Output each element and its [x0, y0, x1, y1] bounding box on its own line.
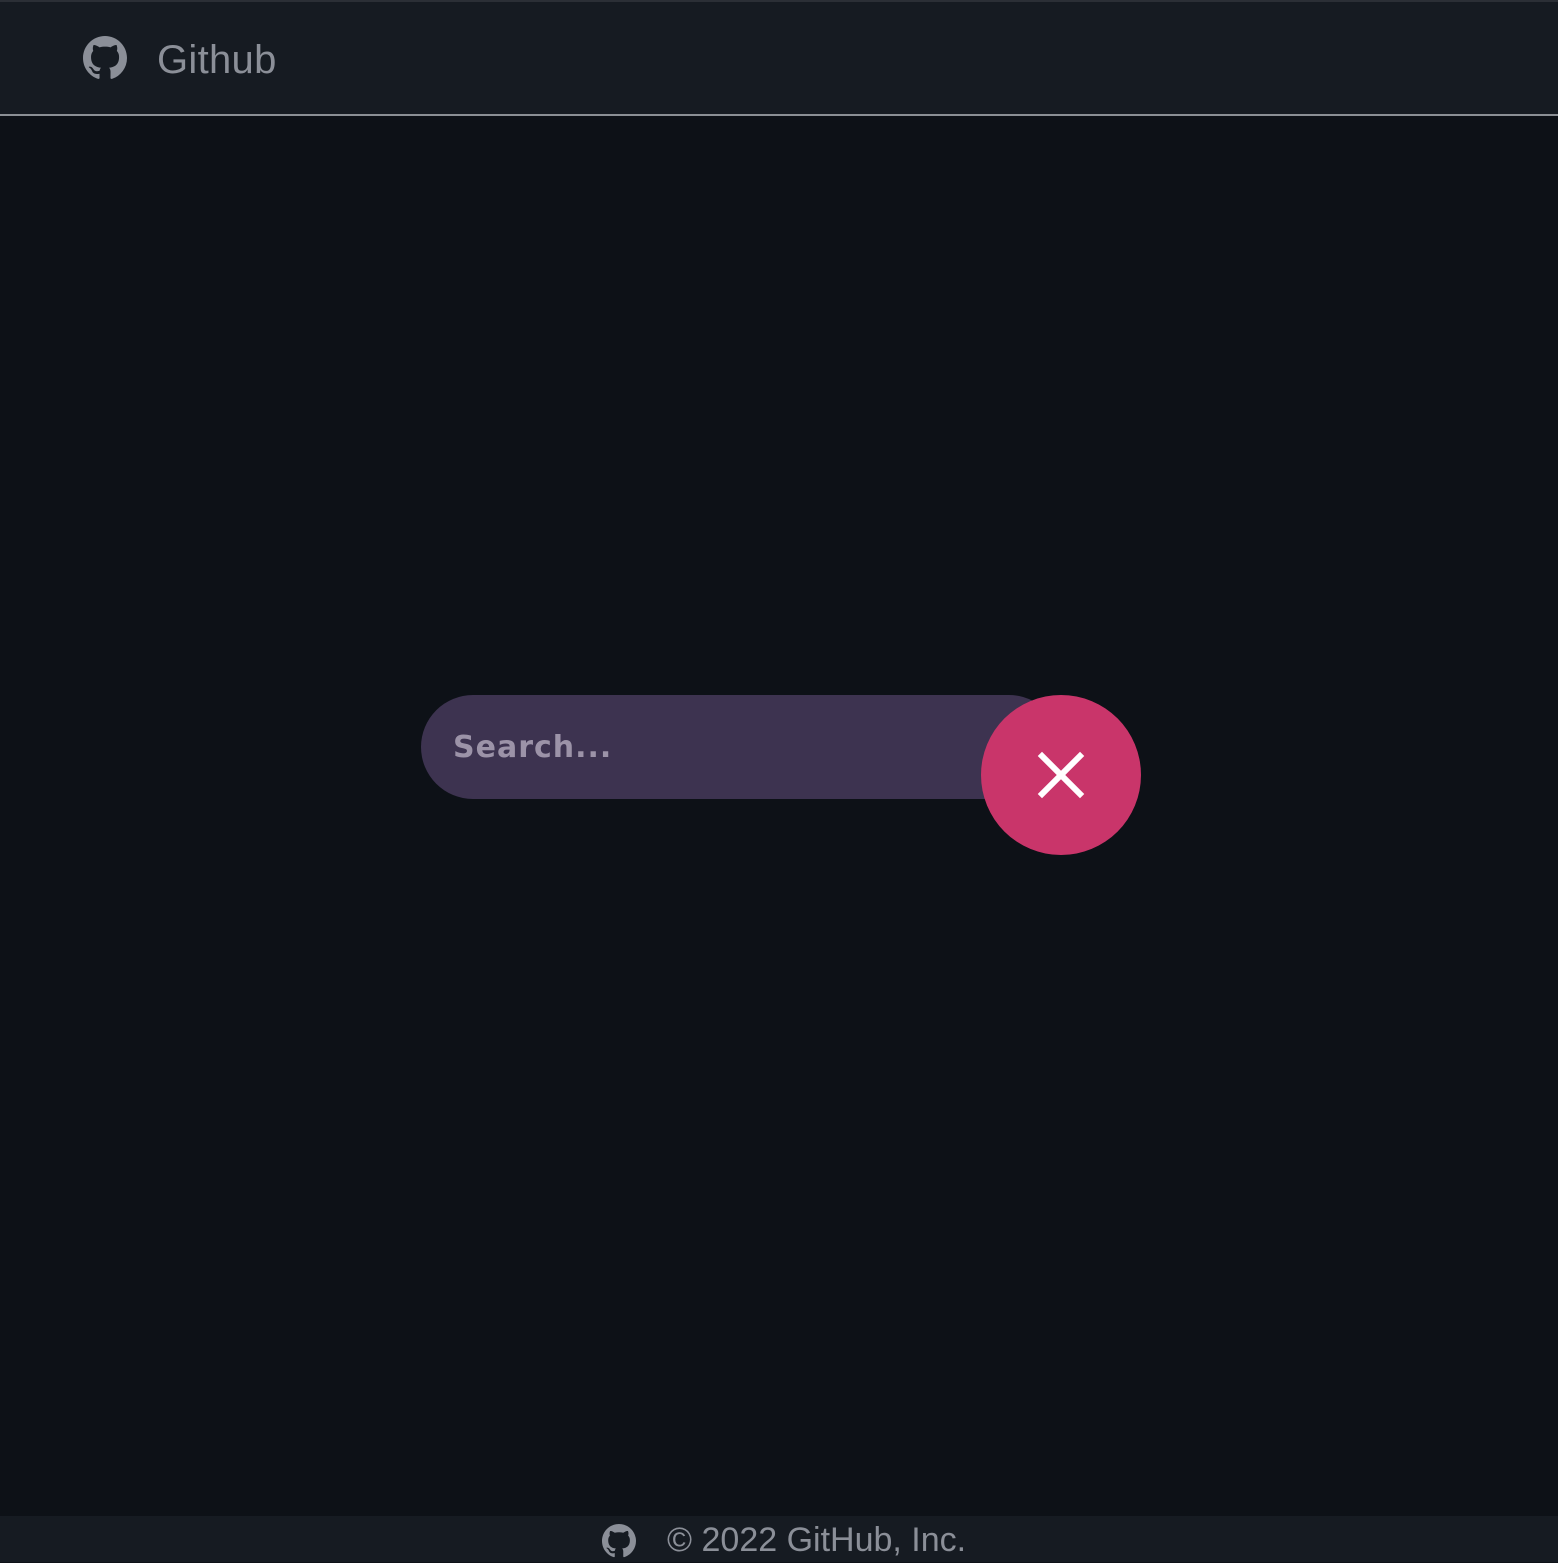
main-content	[0, 116, 1558, 1516]
search-bar	[421, 695, 1061, 799]
close-icon	[1037, 751, 1085, 799]
github-icon[interactable]	[602, 1524, 636, 1558]
search-input[interactable]	[453, 695, 973, 799]
close-search-button[interactable]	[981, 695, 1141, 855]
footer: © 2022 GitHub, Inc.	[0, 1516, 1558, 1562]
github-icon[interactable]	[83, 36, 127, 80]
top-navbar: Github	[0, 2, 1558, 116]
copyright-text: © 2022 GitHub, Inc.	[667, 1521, 967, 1559]
site-title[interactable]: Github	[157, 36, 277, 84]
